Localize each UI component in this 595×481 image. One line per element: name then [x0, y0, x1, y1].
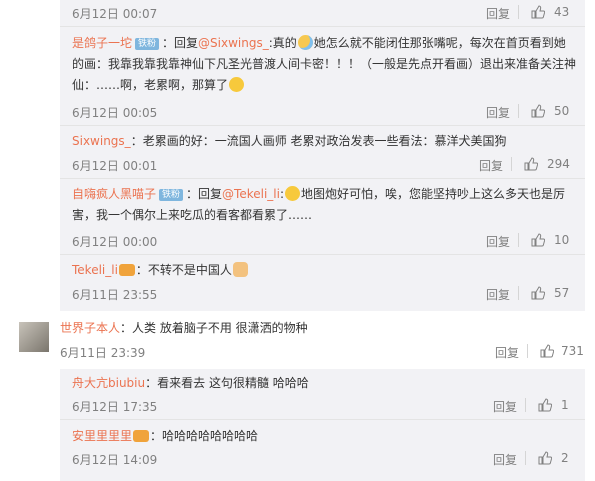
username-link[interactable]: 世界子本人: [60, 321, 120, 335]
thumbs-up-icon[interactable]: [531, 104, 545, 118]
reply-button[interactable]: 回复: [486, 233, 510, 250]
thumbs-up-icon[interactable]: [524, 157, 538, 171]
comment-time: 6月12日 00:00: [72, 235, 158, 249]
comment-thread: 6月12日 00:07 回复 43 是鸽子一坨 铁粉 ：回复@Sixwings_:真…: [0, 0, 595, 481]
divider: [527, 344, 528, 358]
reply-button[interactable]: 回复: [486, 5, 510, 22]
like-count: 1: [561, 398, 569, 412]
emoji-icon: [285, 186, 301, 201]
reply-text: :真的: [268, 36, 297, 50]
mention-link[interactable]: @Tekeli_li: [222, 187, 280, 201]
username-link[interactable]: Sixwings_: [72, 134, 131, 148]
reply-button[interactable]: 回复: [479, 157, 503, 174]
fan-badge: 铁粉: [159, 189, 184, 201]
thumbs-up-icon[interactable]: [531, 286, 545, 300]
reply-text: ：哈哈哈哈哈哈哈哈: [150, 429, 259, 443]
like-count: 294: [547, 157, 570, 171]
separator: [60, 254, 585, 255]
like-count: 731: [561, 344, 584, 358]
thumbs-up-icon[interactable]: [531, 233, 545, 247]
comment-time: 6月12日 14:09: [72, 453, 158, 467]
thumbs-up-icon[interactable]: [531, 5, 545, 19]
reply-button[interactable]: 回复: [495, 344, 519, 361]
fan-badge: 铁粉: [135, 38, 160, 50]
comment-time: 6月12日 00:07: [72, 7, 158, 21]
reply-body: Sixwings_：老累画的好：一流国人画师 老累对政治发表一些看法：慕洋犬美国…: [72, 131, 507, 152]
reply-text: ：不转不是中国人: [135, 263, 232, 277]
reply-body: 安里里里里 ：哈哈哈哈哈哈哈哈: [72, 426, 258, 447]
thumbs-up-emoji-icon: [232, 262, 248, 277]
username-link[interactable]: 舟大亢biubiu: [72, 376, 145, 390]
separator: [60, 125, 585, 126]
divider: [525, 398, 526, 412]
mention-link[interactable]: @Sixwings_: [198, 36, 269, 50]
reply-body: 是鸽子一坨 铁粉 ：回复@Sixwings_:真的 她怎么就不能闭住那张嘴呢，每次在首…: [72, 33, 577, 96]
like-count: 2: [561, 451, 569, 465]
reply-prefix: ：回复: [162, 36, 199, 50]
reply-prefix: ：回复: [186, 187, 223, 201]
divider: [518, 104, 519, 118]
separator: [60, 26, 585, 27]
like-count: 43: [554, 5, 570, 19]
reply-button[interactable]: 回复: [486, 286, 510, 303]
comment-time: 6月11日 23:39: [60, 346, 146, 360]
emoji-icon: [229, 77, 245, 92]
comment-body: 世界子本人：人类 放着脑子不用 很潇洒的物种: [60, 318, 308, 339]
divider: [525, 451, 526, 465]
comment-time: 6月12日 00:05: [72, 106, 158, 120]
thumbs-up-icon[interactable]: [538, 398, 552, 412]
reply-button[interactable]: 回复: [493, 451, 517, 468]
username-link[interactable]: 自嗨疯人黑喵子: [72, 187, 156, 201]
reply-button[interactable]: 回复: [493, 398, 517, 415]
comment-text: ：人类 放着脑子不用 很潇洒的物种: [120, 321, 308, 335]
divider: [518, 286, 519, 300]
separator: [60, 419, 585, 420]
like-count: 50: [554, 104, 570, 118]
avatar[interactable]: [19, 322, 49, 352]
reply-text: ：老累画的好：一流国人画师 老累对政治发表一些看法：慕洋犬美国狗: [130, 134, 507, 148]
reply-button[interactable]: 回复: [486, 104, 510, 121]
reply-body: Tekeli_li ：不转不是中国人: [72, 260, 249, 281]
reply-body: 自嗨疯人黑喵子 铁粉 ：回复@Tekeli_li: 地图炮好可怕，唉，您能坚持吵上这么…: [72, 184, 577, 226]
username-link[interactable]: 安里里里里: [72, 429, 132, 443]
reply-text: ：看来看去 这句很精髓 哈哈哈: [145, 376, 309, 390]
reply-body: 舟大亢biubiu：看来看去 这句很精髓 哈哈哈: [72, 373, 309, 394]
comment-time: 6月12日 17:35: [72, 400, 158, 414]
thumbs-up-icon[interactable]: [540, 344, 554, 358]
vip-icon: [133, 430, 150, 442]
username-link[interactable]: Tekeli_li: [72, 263, 118, 277]
like-count: 57: [554, 286, 570, 300]
thumbs-up-icon[interactable]: [538, 451, 552, 465]
divider: [511, 157, 512, 171]
vip-icon: [118, 264, 135, 276]
emoji-icon: [297, 35, 313, 50]
separator: [60, 178, 585, 179]
divider: [518, 5, 519, 19]
comment-time: 6月12日 00:01: [72, 159, 158, 173]
reply-text: :: [279, 187, 285, 201]
comment-time: 6月11日 23:55: [72, 288, 158, 302]
like-count: 10: [554, 233, 570, 247]
divider: [518, 233, 519, 247]
username-link[interactable]: 是鸽子一坨: [72, 36, 132, 50]
